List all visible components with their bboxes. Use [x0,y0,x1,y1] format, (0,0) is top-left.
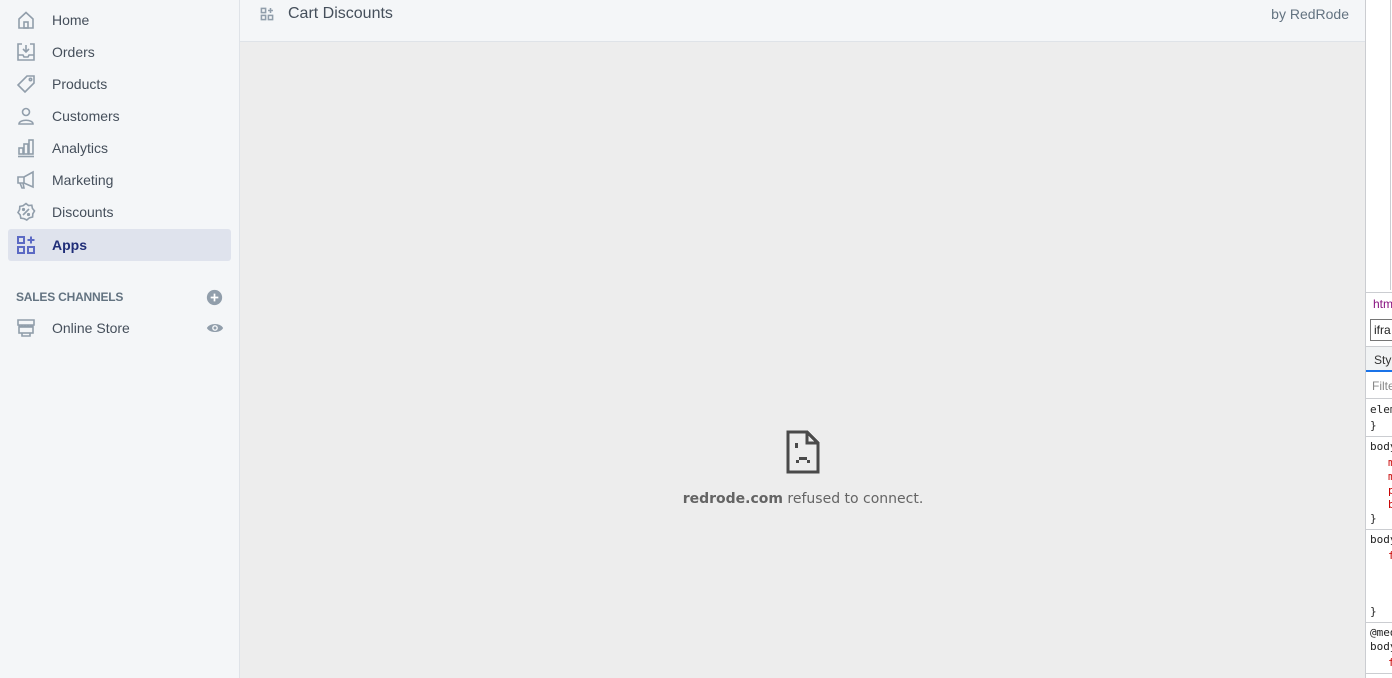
add-sales-channel-button[interactable] [204,287,224,307]
eye-icon [206,323,224,333]
sidebar-item-analytics[interactable]: Analytics [8,132,231,164]
css-line: b [1388,498,1392,511]
devtools-filter-input[interactable]: Filte [1366,373,1392,399]
css-line: body [1370,533,1392,546]
css-line: elem [1370,403,1392,416]
devtools-selected-node[interactable]: ifra [1370,319,1392,341]
app-title: Cart Discounts [288,5,393,22]
css-line: f [1388,656,1392,669]
plus-circle-icon [206,289,222,305]
main-content: Cart Discounts by RedRode redrode.com re… [240,0,1366,678]
sidebar-item-online-store[interactable]: Online Store [8,312,231,344]
tag-icon [16,74,36,94]
app-topbar: Cart Discounts by RedRode [240,0,1366,42]
css-line: m [1388,470,1392,483]
discount-icon [16,202,36,222]
css-line: @med [1370,626,1392,639]
sidebar-item-marketing[interactable]: Marketing [8,164,231,196]
sidebar-item-label: Discounts [52,204,114,220]
css-line: } [1370,512,1377,525]
sidebar-item-label: Online Store [52,320,130,336]
view-online-store-button[interactable] [205,318,225,338]
app-window: Home Orders Products Customers Analytics [0,0,1392,678]
sales-channels-title: SALES CHANNELS [16,290,124,304]
sad-document-icon [786,430,820,474]
connection-error: redrode.com refused to connect. [240,430,1366,507]
css-line: } [1370,605,1377,618]
css-line: } [1370,419,1377,432]
megaphone-icon [16,170,36,190]
css-line: body [1370,440,1392,453]
sidebar-item-discounts[interactable]: Discounts [8,196,231,228]
css-line: f [1388,549,1392,562]
devtools-tab-label: Sty [1374,353,1392,367]
devtools-tab-styles[interactable]: Sty [1366,346,1392,372]
css-line: p [1388,484,1392,497]
sidebar-item-customers[interactable]: Customers [8,100,231,132]
devtools-panel: html ifra Sty Filte elem } body m m p b … [1365,0,1392,678]
sales-channels-header: SALES CHANNELS [16,288,224,306]
sidebar: Home Orders Products Customers Analytics [0,0,240,678]
sidebar-item-label: Marketing [52,172,114,188]
sidebar-item-label: Apps [52,237,87,253]
person-icon [16,106,36,126]
sidebar-item-label: Customers [52,108,120,124]
error-domain: redrode.com [682,491,783,507]
store-icon [16,318,36,338]
sidebar-item-apps[interactable]: Apps [8,229,231,261]
orders-icon [16,42,36,62]
sidebar-item-label: Products [52,76,108,92]
devtools-top-pane [1366,0,1392,292]
sidebar-item-label: Orders [52,44,95,60]
sidebar-item-products[interactable]: Products [8,68,231,100]
css-line: body [1370,640,1392,653]
sidebar-item-home[interactable]: Home [8,4,231,36]
error-message: redrode.com refused to connect. [240,491,1366,507]
bar-chart-icon [16,138,36,158]
css-line: m [1388,456,1392,469]
home-icon [16,10,36,30]
sidebar-item-label: Home [52,12,90,28]
apps-icon [260,7,276,23]
sidebar-item-orders[interactable]: Orders [8,36,231,68]
apps-icon [16,235,36,255]
app-byline: by RedRode [1271,6,1349,22]
sidebar-item-label: Analytics [52,140,109,156]
devtools-breadcrumb[interactable]: html [1366,292,1392,316]
error-text: refused to connect. [782,491,924,507]
